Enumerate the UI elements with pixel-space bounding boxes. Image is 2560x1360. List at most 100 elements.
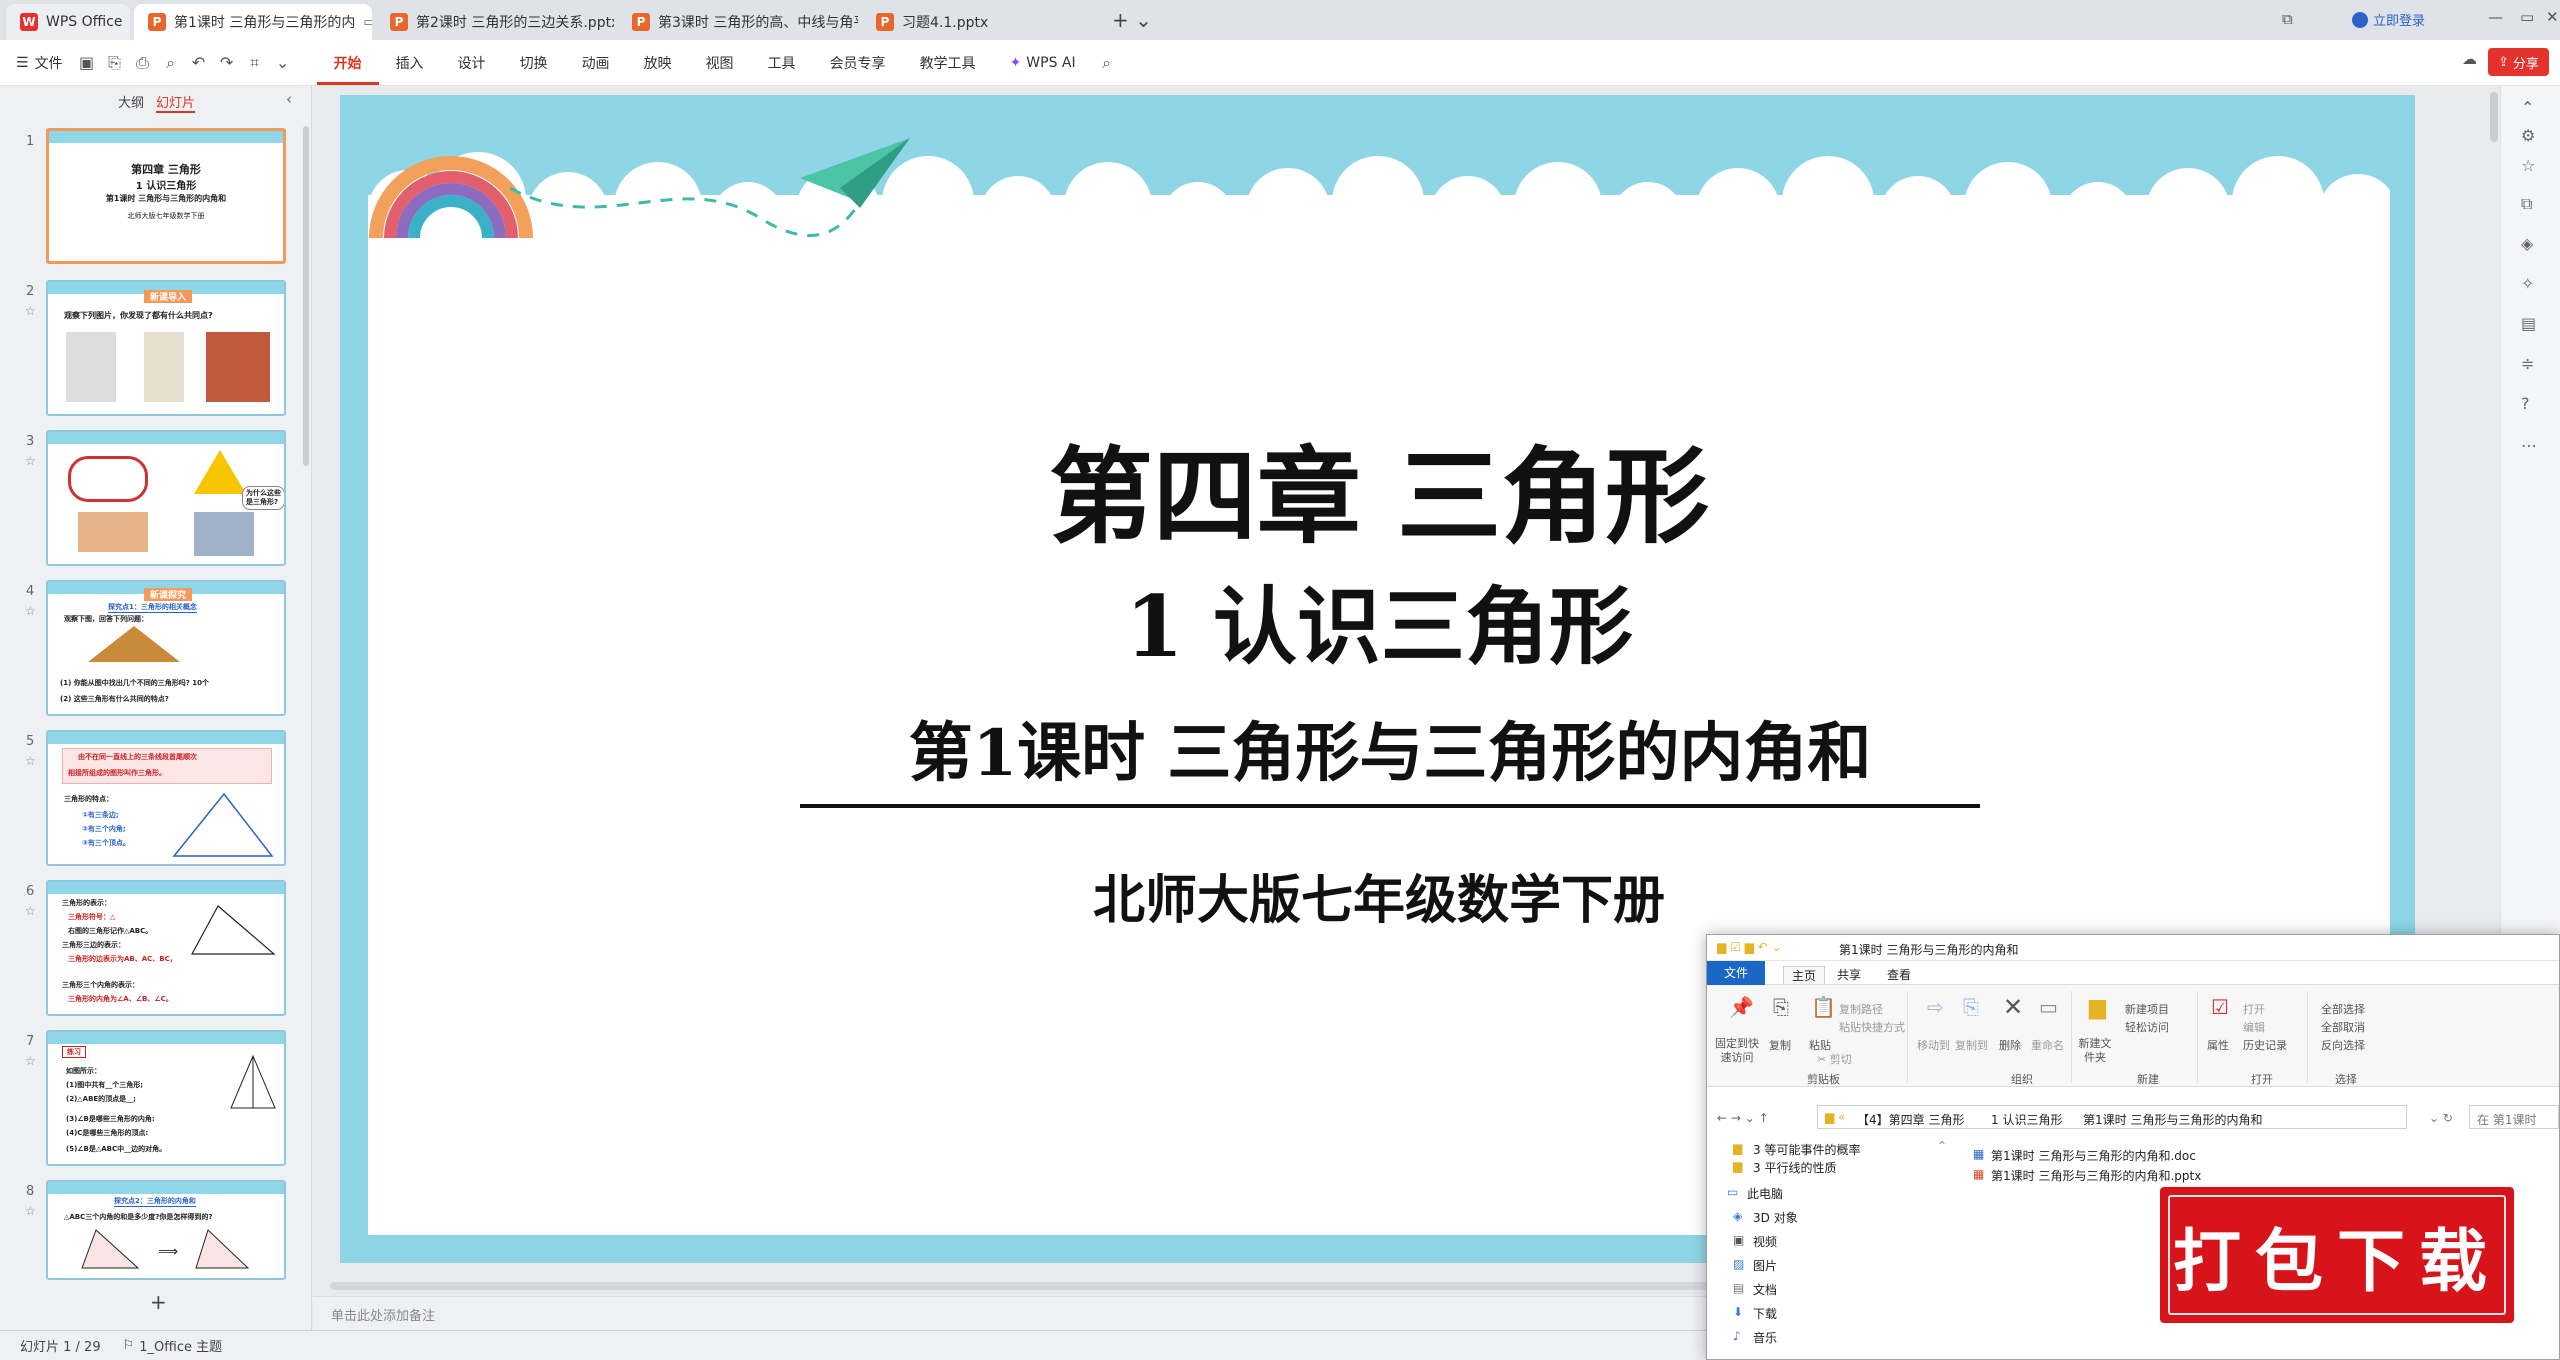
- ribbon-tab-share[interactable]: 共享: [1837, 966, 1861, 983]
- help-icon[interactable]: ?: [2521, 394, 2530, 413]
- menu-animation[interactable]: 动画: [565, 53, 627, 73]
- delete-icon[interactable]: ✕: [2003, 993, 2023, 1021]
- login-button[interactable]: 立即登录: [2352, 10, 2425, 29]
- tab-lesson2[interactable]: P 第2课时 三角形的三边关系.pptx: [376, 4, 614, 40]
- pin-icon[interactable]: 📌: [1729, 995, 1754, 1019]
- redo-icon[interactable]: ↷: [213, 49, 241, 77]
- ribbon-tab-home[interactable]: 主页: [1783, 966, 1826, 984]
- new-folder-label[interactable]: 新建文件夹: [2077, 1037, 2113, 1065]
- delete-label[interactable]: 删除: [1999, 1037, 2021, 1053]
- slide-thumbnail-8[interactable]: 探究点2：三角形的内角和 △ABC三个内角的和是多少度?你是怎样得到的? ⟹: [46, 1180, 286, 1280]
- menu-slideshow[interactable]: 放映: [627, 53, 689, 73]
- move-to-icon[interactable]: ⇨: [1927, 995, 1944, 1019]
- tree-item[interactable]: 3 等可能事件的概率: [1753, 1141, 1860, 1158]
- ribbon-tab-file[interactable]: 文件: [1707, 961, 1765, 985]
- collapse-panel-icon[interactable]: ‹: [286, 90, 292, 108]
- refresh-icon[interactable]: ⌄ ↻: [2429, 1111, 2453, 1125]
- tree-item[interactable]: 3D 对象: [1753, 1209, 1798, 1226]
- menu-insert[interactable]: 插入: [379, 53, 441, 73]
- star-icon[interactable]: ☆: [25, 604, 36, 618]
- tab-slides[interactable]: 幻灯片: [156, 92, 196, 113]
- open-button[interactable]: 打开: [2243, 1001, 2265, 1017]
- theme-name[interactable]: 1_Office 主题: [139, 1336, 222, 1355]
- magic-wand-icon[interactable]: ✧: [2521, 274, 2534, 293]
- select-none-button[interactable]: 全部取消: [2321, 1019, 2365, 1035]
- save-icon[interactable]: ▣: [73, 49, 101, 77]
- star-icon[interactable]: ☆: [25, 754, 36, 768]
- menu-transition[interactable]: 切换: [503, 53, 565, 73]
- slide-thumbnail-7[interactable]: 练习 如图所示： (1)图中共有__个三角形; (2)△ABE的顶点是__; (…: [46, 1030, 286, 1166]
- publisher-text[interactable]: 北师大版七年级数学下册: [368, 858, 2390, 933]
- menu-teaching-tools[interactable]: 教学工具: [903, 53, 993, 73]
- cloud-sync-icon[interactable]: ☁: [2462, 50, 2477, 68]
- breadcrumb-item[interactable]: 1 认识三角形: [1991, 1111, 2062, 1128]
- preview-icon[interactable]: ⌕: [157, 49, 185, 77]
- settings-icon[interactable]: ⚙: [2521, 126, 2535, 145]
- panel-scrollbar[interactable]: [303, 126, 309, 466]
- paste-icon[interactable]: 📋: [1811, 995, 1836, 1019]
- pin-label[interactable]: 固定到快速访问: [1713, 1037, 1761, 1065]
- copy-label[interactable]: 复制: [1769, 1037, 1791, 1053]
- star-icon[interactable]: ☆: [25, 304, 36, 318]
- new-folder-icon[interactable]: ▆: [2089, 995, 2106, 1020]
- new-item-button[interactable]: 新建项目: [2125, 1001, 2169, 1017]
- tab-lesson3[interactable]: P 第3课时 三角形的高、中线与角平分线: [618, 4, 858, 40]
- slide-thumbnail-1[interactable]: 第四章 三角形 1 认识三角形 第1课时 三角形与三角形的内角和 北师大版七年级…: [46, 128, 286, 264]
- undo-icon[interactable]: ↶: [185, 49, 213, 77]
- tab-outline[interactable]: 大纲: [118, 92, 144, 111]
- edit-button[interactable]: 编辑: [2243, 1019, 2265, 1035]
- slide-title[interactable]: 第四章 三角形: [368, 412, 2390, 563]
- tree-item[interactable]: 3 平行线的性质: [1753, 1159, 1836, 1176]
- slide-thumbnail-3[interactable]: 为什么这些 是三角形?: [46, 430, 286, 566]
- slide-thumbnail-2[interactable]: 新课导入 观察下列图片，你发现了都有什么共同点?: [46, 280, 286, 416]
- lesson-title[interactable]: 第1课时 三角形与三角形的内角和: [800, 702, 1980, 808]
- menu-tools[interactable]: 工具: [751, 53, 813, 73]
- tree-item[interactable]: 音乐: [1753, 1329, 1777, 1346]
- paste-shortcut-button[interactable]: 粘贴快捷方式: [1839, 1019, 1905, 1035]
- copy-to-icon[interactable]: ⎘: [1963, 995, 1979, 1019]
- breadcrumb-item[interactable]: 【4】第四章 三角形: [1857, 1111, 1964, 1128]
- share-button[interactable]: ⇪ 分享: [2488, 48, 2549, 76]
- slide-thumbnail-6[interactable]: 三角形的表示： 三角形符号：△ 右图的三角形记作△ABC。 三角形三边的表示： …: [46, 880, 286, 1016]
- star-icon[interactable]: ☆: [25, 1054, 36, 1068]
- file-item[interactable]: 第1课时 三角形与三角形的内角和.doc: [1991, 1147, 2196, 1164]
- menu-member[interactable]: 会员专享: [813, 53, 903, 73]
- slide-subtitle[interactable]: 1 认识三角形: [368, 560, 2390, 681]
- maximize-icon[interactable]: ▭: [2520, 8, 2534, 26]
- collapse-icon[interactable]: ⌃: [1937, 1139, 1947, 1153]
- breadcrumb-item[interactable]: 第1课时 三角形与三角形的内角和: [2083, 1111, 2262, 1128]
- close-window-icon[interactable]: ✕: [2546, 8, 2559, 26]
- file-menu[interactable]: ☰ 文件: [0, 53, 73, 73]
- rename-label[interactable]: 重命名: [2031, 1037, 2064, 1053]
- menu-design[interactable]: 设计: [441, 53, 503, 73]
- adjust-icon[interactable]: ≑: [2521, 354, 2534, 373]
- copy-icon[interactable]: ⧉: [2521, 194, 2532, 214]
- horizontal-scrollbar[interactable]: [330, 1282, 1710, 1290]
- window-icon[interactable]: ⧉: [2282, 10, 2293, 28]
- file-item[interactable]: 第1课时 三角形与三角形的内角和.pptx: [1991, 1167, 2201, 1184]
- tree-item[interactable]: 此电脑: [1747, 1185, 1783, 1202]
- select-all-button[interactable]: 全部选择: [2321, 1001, 2365, 1017]
- easy-access-button[interactable]: 轻松访问: [2125, 1019, 2169, 1035]
- star-icon[interactable]: ☆: [2521, 156, 2535, 175]
- rename-icon[interactable]: ▭: [2039, 995, 2058, 1019]
- stage-scrollbar[interactable]: [2490, 92, 2498, 142]
- more-icon[interactable]: ⌄: [269, 49, 297, 77]
- tree-item[interactable]: 视频: [1753, 1233, 1777, 1250]
- menu-view[interactable]: 视图: [689, 53, 751, 73]
- move-to-label[interactable]: 移动到: [1917, 1037, 1950, 1053]
- invert-selection-button[interactable]: 反向选择: [2321, 1037, 2365, 1053]
- history-button[interactable]: 历史记录: [2243, 1037, 2287, 1053]
- properties-icon[interactable]: ☑: [2211, 995, 2229, 1019]
- export-icon[interactable]: ⎘: [101, 49, 129, 77]
- cut-button[interactable]: ✂ 剪切: [1817, 1051, 1852, 1067]
- tree-item[interactable]: 下载: [1753, 1305, 1777, 1322]
- slide-thumbnail-4[interactable]: 新课探究 探究点1：三角形的相关概念 观察下图，回答下列问题： (1) 你能从图…: [46, 580, 286, 716]
- format-painter-icon[interactable]: ⌗: [241, 49, 269, 77]
- search-icon[interactable]: ⌕: [1093, 49, 1121, 77]
- tree-item[interactable]: 文档: [1753, 1281, 1777, 1298]
- tab-exercise[interactable]: P 习题4.1.pptx: [862, 4, 1102, 40]
- star-icon[interactable]: ☆: [25, 904, 36, 918]
- add-slide-icon[interactable]: +: [150, 1290, 167, 1314]
- nav-back-icon[interactable]: ← → ⌄ ↑: [1717, 1111, 1769, 1125]
